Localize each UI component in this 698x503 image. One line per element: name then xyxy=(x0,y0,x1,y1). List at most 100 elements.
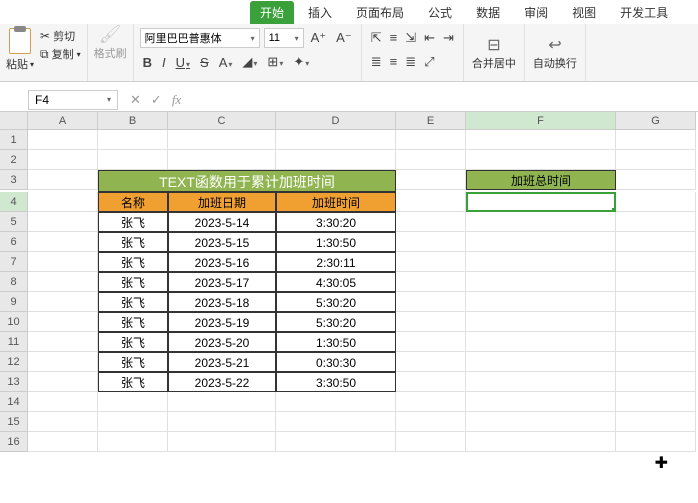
tab-data[interactable]: 数据 xyxy=(466,1,510,24)
cell[interactable] xyxy=(616,150,696,170)
data-date-cell[interactable]: 2023-5-22 xyxy=(168,372,276,392)
data-time-cell[interactable]: 1:30:50 xyxy=(276,232,396,252)
data-name-cell[interactable]: 张飞 xyxy=(98,232,168,252)
cell[interactable] xyxy=(28,252,98,272)
data-name-cell[interactable]: 张飞 xyxy=(98,372,168,392)
cell[interactable] xyxy=(276,392,396,412)
data-time-cell[interactable]: 4:30:05 xyxy=(276,272,396,292)
cell[interactable] xyxy=(466,312,616,332)
cell[interactable] xyxy=(28,412,98,432)
cell[interactable] xyxy=(28,292,98,312)
cell[interactable] xyxy=(616,272,696,292)
tab-view[interactable]: 视图 xyxy=(562,1,606,24)
format-painter[interactable]: 🖌 格式刷 xyxy=(88,24,134,81)
cell[interactable] xyxy=(276,130,396,150)
cell[interactable] xyxy=(466,332,616,352)
header-date[interactable]: 加班日期 xyxy=(168,192,276,212)
cell[interactable] xyxy=(28,150,98,170)
cell[interactable] xyxy=(396,272,466,292)
fx-icon[interactable]: fx xyxy=(172,92,181,108)
wrap-text[interactable]: ↩ 自动换行 xyxy=(525,24,586,81)
cell[interactable] xyxy=(396,292,466,312)
data-date-cell[interactable]: 2023-5-18 xyxy=(168,292,276,312)
cell[interactable] xyxy=(616,232,696,252)
cell[interactable] xyxy=(396,312,466,332)
name-box[interactable]: F4 ▾ xyxy=(28,90,118,110)
cell[interactable] xyxy=(168,432,276,452)
row-header[interactable]: 11 xyxy=(0,332,28,352)
row-header[interactable]: 15 xyxy=(0,412,28,432)
cell[interactable] xyxy=(28,232,98,252)
indent-increase-icon[interactable]: ⇥ xyxy=(440,28,457,48)
cell[interactable] xyxy=(616,252,696,272)
data-date-cell[interactable]: 2023-5-19 xyxy=(168,312,276,332)
cell[interactable] xyxy=(466,212,616,232)
copy-button[interactable]: ⧉复制▾ xyxy=(40,46,81,62)
cell[interactable] xyxy=(616,312,696,332)
cell[interactable] xyxy=(168,412,276,432)
cell[interactable] xyxy=(396,232,466,252)
row-header[interactable]: 12 xyxy=(0,352,28,372)
cell[interactable] xyxy=(28,192,98,212)
merge-center[interactable]: ⊟ 合并居中 xyxy=(464,24,525,81)
align-bottom-icon[interactable]: ⇲ xyxy=(402,28,419,48)
cell[interactable] xyxy=(466,292,616,312)
cell[interactable] xyxy=(28,130,98,150)
align-left-icon[interactable]: ≣ xyxy=(368,52,385,72)
row-header[interactable]: 2 xyxy=(0,150,28,170)
cell[interactable] xyxy=(616,332,696,352)
cell[interactable] xyxy=(466,252,616,272)
cell[interactable] xyxy=(28,352,98,372)
cell[interactable] xyxy=(98,130,168,150)
font-color-button[interactable]: A xyxy=(216,53,236,72)
col-header-E[interactable]: E xyxy=(396,112,466,130)
data-time-cell[interactable]: 1:30:50 xyxy=(276,332,396,352)
cell[interactable] xyxy=(276,412,396,432)
cell[interactable] xyxy=(466,412,616,432)
tab-layout[interactable]: 页面布局 xyxy=(346,1,414,24)
tab-start[interactable]: 开始 xyxy=(250,1,294,24)
cell[interactable] xyxy=(616,130,696,150)
cell[interactable] xyxy=(466,372,616,392)
data-name-cell[interactable]: 张飞 xyxy=(98,352,168,372)
cell[interactable] xyxy=(396,130,466,150)
data-time-cell[interactable]: 3:30:50 xyxy=(276,372,396,392)
row-header[interactable]: 4 xyxy=(0,192,28,212)
cell[interactable] xyxy=(28,332,98,352)
row-header[interactable]: 7 xyxy=(0,252,28,272)
cell[interactable] xyxy=(98,150,168,170)
cell[interactable] xyxy=(28,392,98,412)
data-date-cell[interactable]: 2023-5-17 xyxy=(168,272,276,292)
cell[interactable] xyxy=(28,432,98,452)
cut-button[interactable]: ✂剪切 xyxy=(40,28,81,44)
cell[interactable] xyxy=(168,150,276,170)
row-header[interactable]: 14 xyxy=(0,392,28,412)
data-date-cell[interactable]: 2023-5-16 xyxy=(168,252,276,272)
col-header-G[interactable]: G xyxy=(616,112,696,130)
cell[interactable] xyxy=(396,170,466,190)
cell[interactable] xyxy=(396,150,466,170)
cell[interactable] xyxy=(396,432,466,452)
data-date-cell[interactable]: 2023-5-21 xyxy=(168,352,276,372)
data-name-cell[interactable]: 张飞 xyxy=(98,292,168,312)
data-date-cell[interactable]: 2023-5-15 xyxy=(168,232,276,252)
cell-style-button[interactable]: ✦ xyxy=(290,52,312,72)
bold-button[interactable]: B xyxy=(140,53,155,72)
cell[interactable] xyxy=(396,412,466,432)
cell[interactable] xyxy=(396,192,466,212)
cell[interactable] xyxy=(616,392,696,412)
cell[interactable] xyxy=(616,412,696,432)
cell[interactable] xyxy=(616,372,696,392)
cell[interactable] xyxy=(168,130,276,150)
cell[interactable] xyxy=(616,192,696,212)
font-size-select[interactable]: 11▾ xyxy=(264,28,304,48)
data-date-cell[interactable]: 2023-5-14 xyxy=(168,212,276,232)
active-cell[interactable] xyxy=(466,192,616,212)
row-header[interactable]: 9 xyxy=(0,292,28,312)
data-time-cell[interactable]: 5:30:20 xyxy=(276,292,396,312)
table-title[interactable]: TEXT函数用于累计加班时间 xyxy=(98,170,396,192)
row-header[interactable]: 16 xyxy=(0,432,28,452)
paste-icon[interactable] xyxy=(9,28,31,54)
cell[interactable] xyxy=(616,292,696,312)
cell[interactable] xyxy=(396,392,466,412)
